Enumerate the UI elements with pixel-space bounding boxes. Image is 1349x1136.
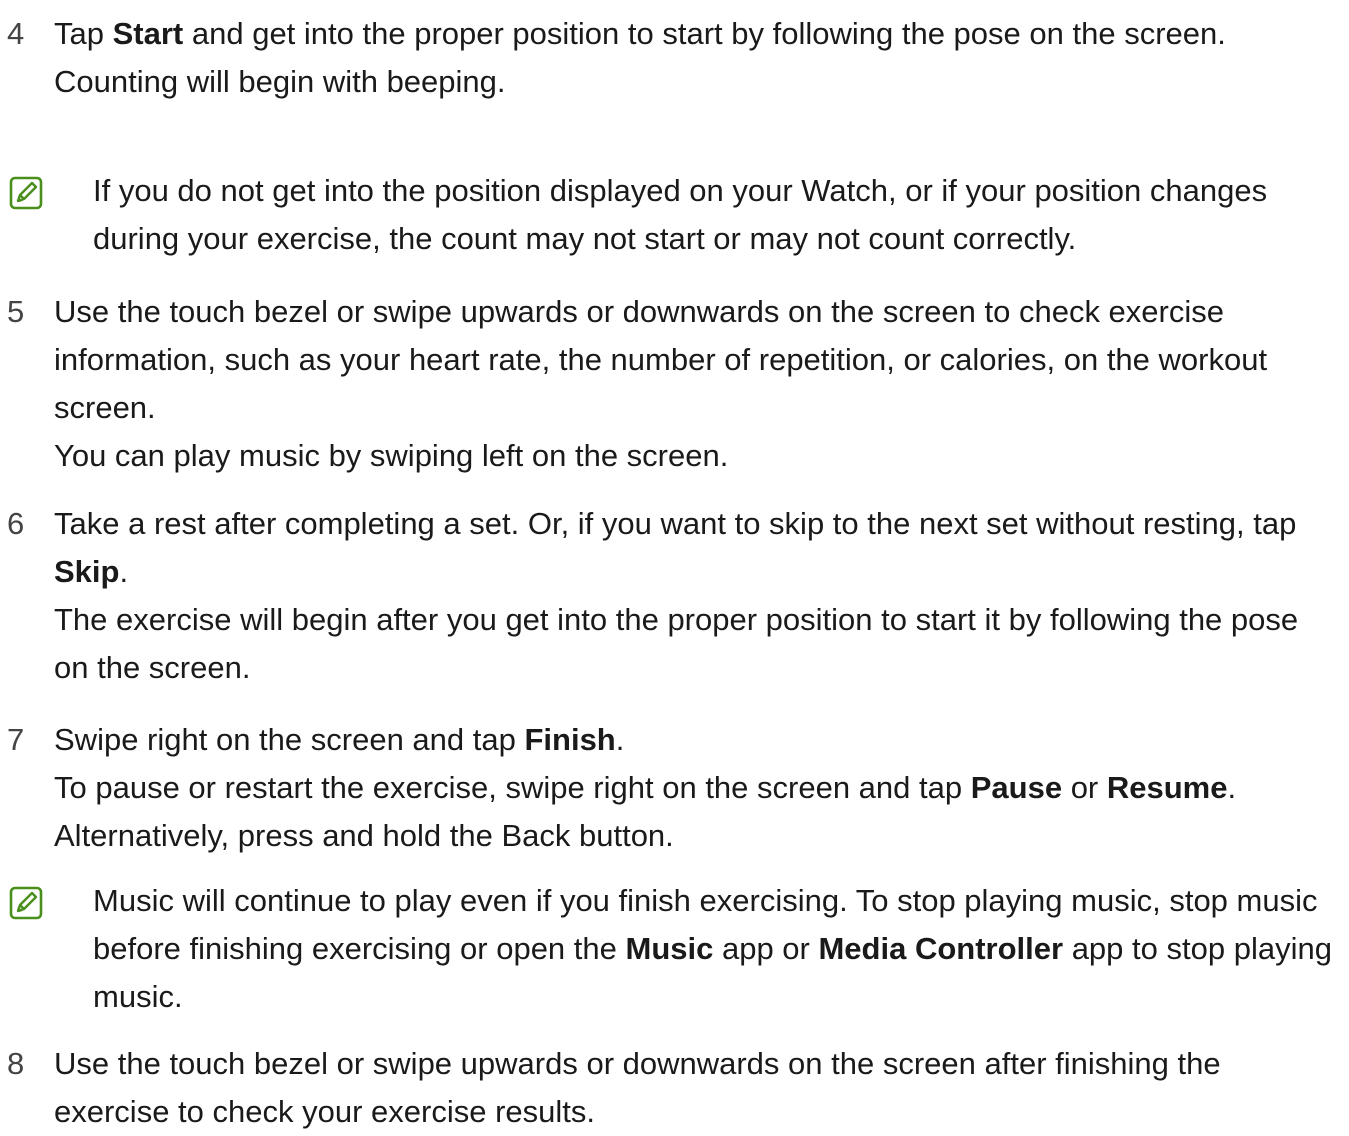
skip-label: Skip	[54, 554, 120, 589]
step-body: Use the touch bezel or swipe upwards or …	[54, 288, 1341, 480]
step-body: Swipe right on the screen and tap Finish…	[54, 716, 1341, 860]
text-segment: Take a rest after completing a set. Or, …	[54, 506, 1297, 541]
text-segment: To pause or restart the exercise, swipe …	[54, 770, 971, 805]
step-body: Take a rest after completing a set. Or, …	[54, 500, 1341, 692]
text-segment: Use the touch bezel or swipe upwards or …	[54, 1046, 1221, 1129]
resume-label: Resume	[1106, 770, 1228, 805]
step-paragraph: Swipe right on the screen and tap Finish…	[54, 716, 1341, 764]
step-paragraph: You can play music by swiping left on th…	[54, 432, 1341, 480]
text-segment: .	[615, 722, 625, 757]
step-paragraph: Use the touch bezel or swipe upwards or …	[54, 1040, 1341, 1136]
step-paragraph: Counting will begin with beeping.	[54, 58, 1341, 106]
text-segment: Use the touch bezel or swipe upwards or …	[54, 294, 1268, 425]
step-paragraph: Use the touch bezel or swipe upwards or …	[54, 288, 1341, 432]
step-body: Use the touch bezel or swipe upwards or …	[54, 1040, 1341, 1136]
pause-label: Pause	[970, 770, 1063, 805]
note-pencil-icon	[9, 886, 43, 920]
step-number: 7	[7, 722, 25, 757]
text-segment: You can play music by swiping left on th…	[54, 438, 729, 473]
step-paragraph: The exercise will begin after you get in…	[54, 596, 1341, 692]
text-segment: app or	[713, 931, 819, 966]
step-number: 5	[7, 294, 25, 329]
step-paragraph: To pause or restart the exercise, swipe …	[54, 764, 1341, 860]
media-controller-app-label: Media Controller	[818, 931, 1064, 966]
step-paragraph: Take a rest after completing a set. Or, …	[54, 500, 1341, 596]
music-app-label: Music	[625, 931, 714, 966]
step-number: 4	[7, 16, 25, 51]
text-segment: .	[119, 554, 129, 589]
text-segment: or	[1062, 770, 1107, 805]
start-label: Start	[112, 16, 184, 51]
text-segment: Tap	[54, 16, 113, 51]
note-text: If you do not get into the position disp…	[93, 167, 1343, 263]
text-segment: Counting will begin with beeping.	[54, 64, 506, 99]
text-segment: and get into the proper position to star…	[183, 16, 1226, 51]
step-number: 6	[7, 506, 25, 541]
note-text: Music will continue to play even if you …	[93, 877, 1343, 1021]
text-segment: If you do not get into the position disp…	[93, 173, 1268, 256]
step-number: 8	[7, 1046, 25, 1081]
finish-label: Finish	[524, 722, 616, 757]
text-segment: The exercise will begin after you get in…	[54, 602, 1299, 685]
note-pencil-icon	[9, 176, 43, 210]
step-paragraph: Tap Start and get into the proper positi…	[54, 10, 1341, 58]
step-body: Tap Start and get into the proper positi…	[54, 10, 1341, 106]
text-segment: Swipe right on the screen and tap	[54, 722, 525, 757]
